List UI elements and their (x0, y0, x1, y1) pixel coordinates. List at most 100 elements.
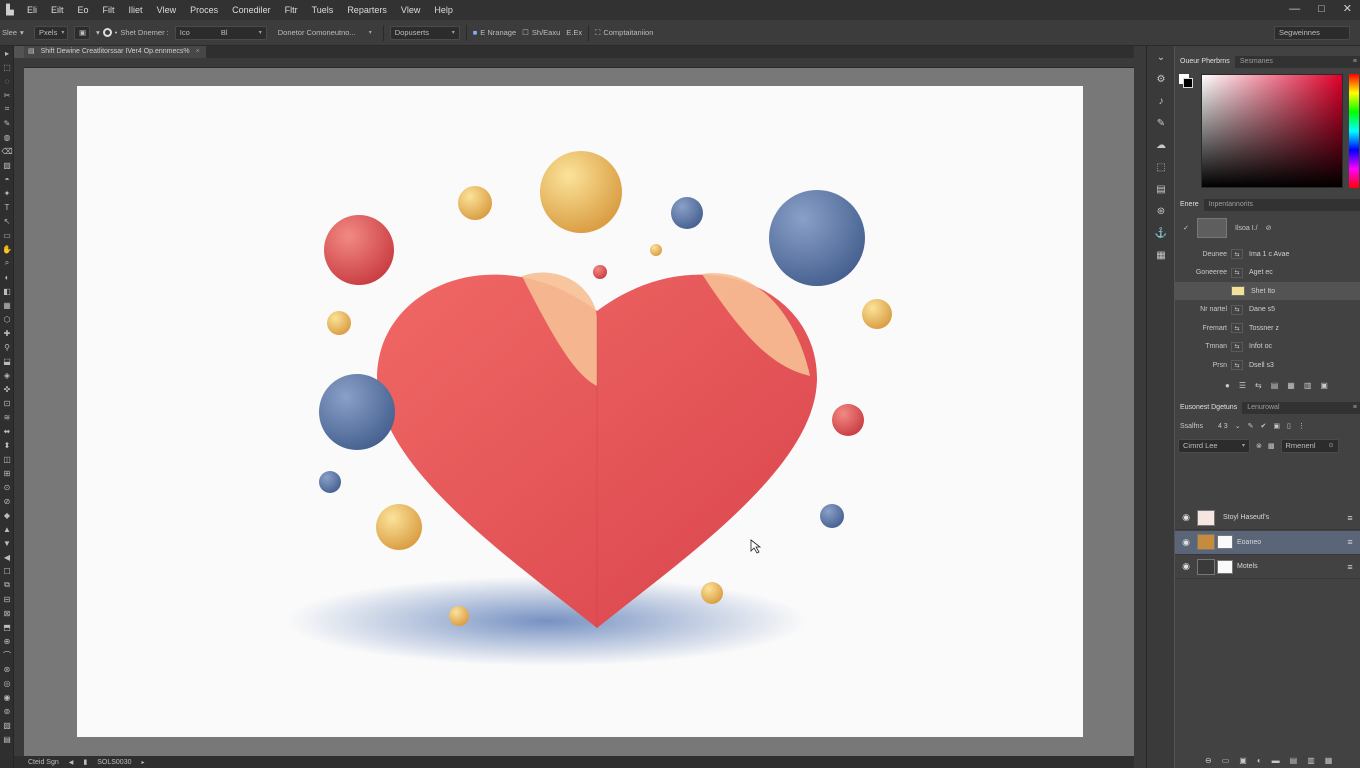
menu-item[interactable]: Fltr (278, 0, 305, 20)
more-icon[interactable]: ⋮ (1298, 422, 1305, 430)
menu-item[interactable]: Filt (96, 0, 122, 20)
tool-icon[interactable]: ◫ (0, 452, 14, 466)
layer-menu-icon[interactable]: ≡ (1340, 513, 1360, 523)
tool-icon[interactable]: ◎ (0, 676, 14, 690)
panel-menu-icon[interactable]: ≡ (1353, 402, 1360, 414)
tab-layers[interactable]: Eusonest Dgetuns (1175, 402, 1243, 414)
chevron-right-icon[interactable]: ▸ (141, 759, 144, 766)
fx-icon[interactable]: ▭ (1222, 756, 1230, 765)
artboard[interactable] (77, 86, 1083, 737)
tool-icon[interactable]: ⌒ (0, 648, 14, 662)
tool-icon[interactable]: ⬓ (0, 354, 14, 368)
tool-icon[interactable]: ✚ (0, 326, 14, 340)
delete-layer-icon[interactable]: ▦ (1325, 756, 1333, 765)
tool-icon[interactable]: ⌫ (0, 144, 14, 158)
panel-toggle-icon[interactable]: ☁ (1147, 134, 1175, 156)
panel-toggle-icon[interactable]: ⬚ (1147, 156, 1175, 178)
tool-icon[interactable]: ↖ (0, 214, 14, 228)
adjust-icon[interactable]: ✔ (1260, 422, 1266, 430)
extra-checkbox[interactable]: E.Ex (566, 28, 582, 37)
panel-toggle-icon[interactable]: ▤ (1147, 178, 1175, 200)
tool-preset-picker[interactable]: Slee ▾ (2, 28, 28, 37)
close-window-icon[interactable]: ✕ (1343, 0, 1352, 18)
tool-icon[interactable]: ⊞ (0, 466, 14, 480)
document-tab[interactable]: ▤ Shift Dewine Creatlitorssar IVer4 Op.e… (24, 46, 206, 58)
tool-icon[interactable]: ⊡ (0, 396, 14, 410)
exposure-checkbox[interactable]: ☐ Sh/Eaxu (522, 28, 560, 37)
tool-icon[interactable]: ⧉ (0, 578, 14, 592)
tool-icon[interactable]: ◍ (0, 130, 14, 144)
tool-icon[interactable]: ⊛ (0, 662, 14, 676)
menu-item[interactable]: Vlew (150, 0, 184, 20)
tab-swatches[interactable]: Sesmanes (1235, 56, 1278, 68)
tool-icon[interactable]: ✂ (0, 88, 14, 102)
panel-toggle-icon[interactable]: ♪ (1147, 90, 1175, 112)
property-row[interactable]: Tmnan ⇆ Infot oc (1175, 338, 1360, 356)
layer-menu-icon[interactable]: ≡ (1340, 537, 1360, 547)
menu-item[interactable]: Eo (71, 0, 96, 20)
tab-adjustments[interactable]: Inpentannorits (1204, 199, 1258, 211)
tool-icon[interactable]: T (0, 200, 14, 214)
artboard-icon[interactable]: ▣ (1273, 422, 1280, 430)
tool-icon[interactable]: ◉ (0, 690, 14, 704)
link-icon[interactable]: ⊘ (1266, 224, 1272, 232)
tool-icon[interactable]: ⬍ (0, 438, 14, 452)
panel-toggle-icon[interactable]: ⊛ (1147, 200, 1175, 222)
foreground-color-swatch[interactable] (1183, 78, 1193, 88)
tool-icon[interactable]: ◈ (0, 368, 14, 382)
tool-icon[interactable]: ◐ (0, 270, 14, 284)
list-icon[interactable]: ☰ (1239, 381, 1246, 390)
new-layer-icon[interactable]: ▤ (1290, 756, 1298, 765)
link-layers-icon[interactable]: ⊗ (1256, 442, 1262, 450)
computation-button[interactable]: ⛶ Comptaitaniion (595, 28, 653, 38)
opacity-field[interactable]: Rmenenl ⊙ (1280, 439, 1339, 453)
hue-slider[interactable] (1349, 74, 1359, 188)
menu-item[interactable]: Help (427, 0, 460, 20)
menu-item[interactable]: Vlew (394, 0, 428, 20)
tool-icon[interactable]: ◆ (0, 508, 14, 522)
stack-icon[interactable]: ▤ (1271, 381, 1279, 390)
panel-toggle-icon[interactable]: ✎ (1147, 112, 1175, 134)
tool-icon[interactable]: ✋ (0, 242, 14, 256)
checkmark-icon[interactable]: ✓ (1175, 224, 1197, 232)
mode-dropdown[interactable]: Pxels ▾ (34, 25, 68, 40)
blend-dropdown[interactable]: Dopuserts ▾ (389, 25, 460, 40)
tool-icon[interactable]: ⊙ (0, 480, 14, 494)
tool-icon[interactable]: ✎ (0, 116, 14, 130)
tool-icon[interactable]: ▼ (0, 536, 14, 550)
menu-item[interactable]: Eilt (44, 0, 71, 20)
tool-icon[interactable]: ⚲ (0, 340, 14, 354)
color-picker-field[interactable] (1201, 74, 1343, 188)
size-field[interactable]: Ico Bl ▾ (174, 25, 267, 40)
tab-color[interactable]: Oueur Pherbrns (1175, 56, 1235, 68)
panel-toggle-icon[interactable]: ▦ (1147, 244, 1175, 266)
layer-row[interactable]: ◉ Motels ≡ (1175, 555, 1360, 579)
visibility-icon[interactable]: ● (1225, 381, 1230, 390)
tool-icon[interactable]: ✦ (0, 186, 14, 200)
menu-item[interactable]: Conediler (225, 0, 278, 20)
trash-icon[interactable]: ▥ (1307, 756, 1315, 765)
menu-item[interactable]: Iliet (122, 0, 150, 20)
eye-icon[interactable]: ◉ (1175, 512, 1197, 523)
chevron-left-icon[interactable]: ◀ (69, 759, 74, 766)
layer-row[interactable]: ◉ Stoyl Haseutl's ≡ (1175, 506, 1360, 530)
sample-dropdown[interactable]: Donetor Comoneutno... ▾ (273, 26, 377, 40)
panel-toggle-icon[interactable]: ⌄ (1147, 46, 1175, 68)
tool-icon[interactable]: ⌕ (0, 256, 14, 270)
tool-icon[interactable]: ⊟ (0, 592, 14, 606)
tool-icon[interactable]: ⬡ (0, 312, 14, 326)
tool-icon[interactable]: ▲ (0, 522, 14, 536)
tool-icon[interactable]: ▭ (0, 228, 14, 242)
property-row[interactable]: Nr nartel ⇆ Dane s5 (1175, 301, 1360, 319)
tool-icon[interactable]: ⬒ (0, 620, 14, 634)
brush-icon[interactable]: ✎ (1248, 422, 1254, 430)
panel-menu-icon[interactable]: ≡ (1353, 56, 1360, 68)
tool-icon[interactable]: ◀ (0, 550, 14, 564)
group-icon[interactable]: ▬ (1272, 756, 1280, 765)
tool-icon[interactable]: ☐ (0, 564, 14, 578)
horizontal-ruler[interactable] (24, 58, 1134, 68)
grid-icon[interactable]: ▦ (1287, 381, 1295, 390)
minimize-icon[interactable]: — (1289, 0, 1300, 18)
tool-icon[interactable]: ⬚ (0, 60, 14, 74)
chevron-icon[interactable]: ⌄ (1235, 422, 1241, 430)
